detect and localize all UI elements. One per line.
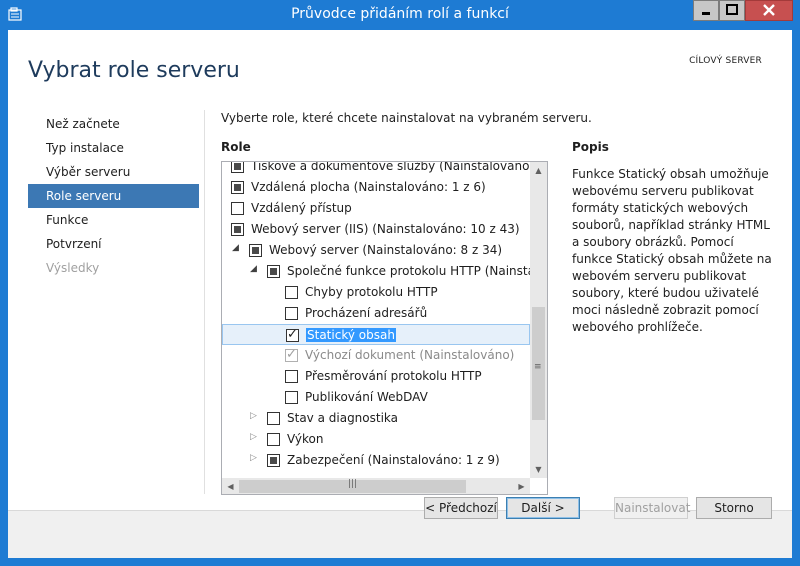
role-label: Publikování WebDAV: [305, 390, 428, 404]
vertical-grip-icon: ≡: [534, 362, 542, 372]
horizontal-grip-icon: |||: [348, 479, 358, 489]
collapse-arrow-icon[interactable]: ◢: [232, 243, 239, 253]
next-button[interactable]: Další >: [506, 497, 580, 519]
page-title: Vybrat role serveru: [28, 58, 240, 83]
vertical-scrollbar[interactable]: ▲ ≡ ▼: [530, 162, 547, 478]
role-checkbox[interactable]: [231, 223, 244, 236]
role-checkbox[interactable]: [267, 433, 280, 446]
role-checkbox[interactable]: [285, 391, 298, 404]
role-label: Statický obsah: [306, 328, 396, 342]
nav-item-results: Výsledky: [46, 261, 100, 275]
maximize-button[interactable]: [719, 0, 745, 21]
wizard-nav: Než začnete Typ instalace Výběr serveru …: [28, 112, 199, 280]
collapse-arrow-icon[interactable]: ◢: [250, 264, 257, 274]
tree-row[interactable]: Vzdálená plocha (Nainstalováno: 1 z 6): [222, 177, 530, 198]
role-checkbox[interactable]: [231, 162, 244, 173]
scroll-up-arrow-icon[interactable]: ▲: [530, 162, 547, 179]
role-checkbox[interactable]: [285, 307, 298, 320]
tree-row[interactable]: Webový server (IIS) (Nainstalováno: 10 z…: [222, 219, 530, 240]
role-label: Procházení adresářů: [305, 306, 428, 320]
role-label: Výkon: [287, 432, 324, 446]
wizard-client-area: Vybrat role serveru CÍLOVÝ SERVER Než za…: [8, 30, 792, 558]
role-label: Stav a diagnostika: [287, 411, 399, 425]
description-heading: Popis: [572, 140, 609, 154]
role-checkbox[interactable]: [267, 265, 280, 278]
role-checkbox[interactable]: [285, 370, 298, 383]
tree-row[interactable]: Publikování WebDAV: [222, 387, 530, 408]
roles-tree[interactable]: Tiskové a dokumentové služby (Nainstalov…: [221, 161, 548, 495]
role-checkbox[interactable]: [231, 181, 244, 194]
tree-row[interactable]: ▷ Zabezpečení (Nainstalováno: 1 z 9): [222, 450, 530, 471]
expand-arrow-icon[interactable]: ▷: [250, 411, 257, 421]
nav-item-server-roles[interactable]: Role serveru: [28, 184, 199, 208]
install-button: Nainstalovat: [614, 497, 690, 519]
tree-row[interactable]: Chyby protokolu HTTP: [222, 282, 530, 303]
nav-item-installation-type[interactable]: Typ instalace: [28, 136, 199, 160]
role-checkbox[interactable]: [285, 286, 298, 299]
roles-heading: Role: [221, 140, 251, 154]
tree-row[interactable]: Výchozí dokument (Nainstalováno): [222, 345, 530, 366]
wizard-window: Průvodce přidáním rolí a funkcí Vybrat r…: [0, 0, 800, 566]
scroll-right-arrow-icon[interactable]: ▶: [513, 478, 530, 494]
role-label: Přesměrování protokolu HTTP: [305, 369, 482, 383]
tree-row[interactable]: ◢ Společné funkce protokolu HTTP (Nainsta…: [222, 261, 530, 282]
scroll-left-arrow-icon[interactable]: ◀: [222, 478, 239, 494]
close-button[interactable]: [745, 0, 793, 21]
title-bar[interactable]: Průvodce přidáním rolí a funkcí: [0, 0, 800, 30]
nav-item-before-you-begin[interactable]: Než začnete: [28, 112, 199, 136]
close-icon: [763, 4, 775, 16]
window-title: Průvodce přidáním rolí a funkcí: [291, 6, 509, 22]
tree-row[interactable]: Tiskové a dokumentové služby (Nainstalov…: [222, 162, 530, 177]
role-label: Zabezpečení (Nainstalováno: 1 z 9): [287, 453, 500, 467]
role-label: Společné funkce protokolu HTTP (Nainstal…: [287, 264, 530, 278]
nav-item-confirmation[interactable]: Potvrzení: [28, 232, 199, 256]
role-label: Tiskové a dokumentové služby (Nainstalov…: [251, 162, 530, 173]
intro-text: Vyberte role, které chcete nainstalovat …: [221, 111, 592, 125]
role-checkbox[interactable]: [267, 454, 280, 467]
scroll-down-arrow-icon[interactable]: ▼: [530, 461, 547, 478]
role-checkbox[interactable]: [231, 202, 244, 215]
tree-row[interactable]: ▷ Výkon: [222, 429, 530, 450]
roles-tree-viewport: Tiskové a dokumentové služby (Nainstalov…: [222, 162, 530, 478]
maximize-icon: [726, 4, 738, 15]
role-checkbox[interactable]: [286, 327, 299, 342]
tree-row[interactable]: ◢ Webový server (Nainstalováno: 8 z 34): [222, 240, 530, 261]
nav-item-features[interactable]: Funkce: [28, 208, 199, 232]
role-label: Webový server (Nainstalováno: 8 z 34): [269, 243, 503, 257]
nav-item-server-selection[interactable]: Výběr serveru: [28, 160, 199, 184]
expand-arrow-icon[interactable]: ▷: [250, 432, 257, 442]
role-label: Vzdálený přístup: [251, 201, 352, 215]
previous-button[interactable]: < Předchozí: [424, 497, 498, 519]
role-checkbox[interactable]: [249, 244, 262, 257]
tree-row[interactable]: Vzdálený přístup: [222, 198, 530, 219]
minimize-button[interactable]: [693, 0, 719, 21]
role-checkbox[interactable]: [267, 412, 280, 425]
cancel-button[interactable]: Storno: [696, 497, 772, 519]
role-checkbox: [285, 347, 298, 362]
tree-row[interactable]: ▷ Stav a diagnostika: [222, 408, 530, 429]
expand-arrow-icon[interactable]: ▷: [250, 453, 257, 463]
tree-row[interactable]: Přesměrování protokolu HTTP: [222, 366, 530, 387]
role-label: Chyby protokolu HTTP: [305, 285, 438, 299]
tree-row[interactable]: Procházení adresářů: [222, 303, 530, 324]
description-text: Funkce Statický obsah umožňuje webovému …: [572, 167, 772, 334]
minimize-icon: [702, 12, 710, 15]
role-label: Výchozí dokument (Nainstalováno): [305, 348, 515, 362]
horizontal-scrollbar[interactable]: ◀ ||| ▶: [222, 478, 530, 494]
target-server-label: CÍLOVÝ SERVER: [689, 56, 762, 66]
nav-divider: [204, 110, 205, 494]
tree-row[interactable]: Statický obsah: [222, 324, 530, 345]
role-label: Vzdálená plocha (Nainstalováno: 1 z 6): [251, 180, 486, 194]
role-label: Webový server (IIS) (Nainstalováno: 10 z…: [251, 222, 520, 236]
